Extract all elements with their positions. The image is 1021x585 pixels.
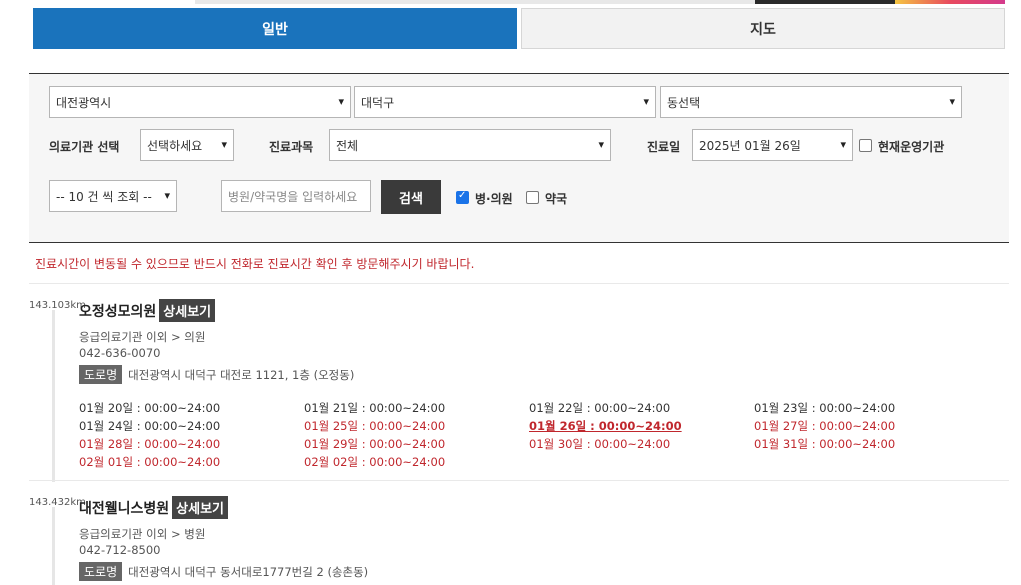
detail-button[interactable]: 상세보기 xyxy=(172,496,229,519)
schedule-entry: 02월 02일 : 00:00~24:00 xyxy=(304,455,446,469)
date-select-value: 2025년 01월 26일 xyxy=(699,138,801,153)
chevron-down-icon: ▾ xyxy=(949,95,955,108)
address-text: 대전광역시 대덕구 대전로 1121, 1층 (오정동) xyxy=(128,368,355,382)
view-tabs: 일반 지도 xyxy=(33,8,1005,49)
pharmacy-checkbox-label: 약국 xyxy=(545,192,568,206)
operating-label: 현재운영기관 xyxy=(878,140,945,154)
timeline-line xyxy=(52,310,55,482)
schedule-entry: 01월 24일 : 00:00~24:00 xyxy=(79,419,221,433)
facility-name-row: 대전웰니스병원 상세보기 xyxy=(79,496,229,519)
district-select[interactable]: 대덕구 ▾ xyxy=(354,86,656,118)
phone-text: 042-712-8500 xyxy=(79,543,161,557)
search-filter-panel: 대전광역시 ▾ 대덕구 ▾ 동선택 ▾ 의료기관 선택 선택하세요 ▾ 진료과목… xyxy=(29,73,1009,243)
hospital-checkbox[interactable] xyxy=(456,190,469,204)
address-row: 도로명 대전광역시 대덕구 대전로 1121, 1층 (오정동) xyxy=(79,365,354,384)
schedule-entry: 02월 01일 : 00:00~24:00 xyxy=(79,455,221,469)
address-row: 도로명 대전광역시 대덕구 동서대로1777번길 2 (송촌동) xyxy=(79,562,368,581)
schedule-grid: 01월 20일 : 00:00~24:00 01월 21일 : 00:00~24:… xyxy=(79,400,999,470)
distance-label: 143.103km xyxy=(29,300,86,311)
chevron-down-icon: ▾ xyxy=(840,138,846,151)
schedule-entry: 01월 20일 : 00:00~24:00 xyxy=(79,401,221,415)
chevron-down-icon: ▾ xyxy=(221,138,227,151)
district-select-value: 대덕구 xyxy=(361,95,395,110)
schedule-entry: 01월 25일 : 00:00~24:00 xyxy=(304,419,446,433)
address-text: 대전광역시 대덕구 동서대로1777번길 2 (송촌동) xyxy=(128,565,369,579)
result-item: 143.103km 오정성모의원 상세보기 응급의료기관 이외 > 의원 042… xyxy=(29,296,1009,482)
schedule-entry: 01월 30일 : 00:00~24:00 xyxy=(529,437,671,451)
category-text: 응급의료기관 이외 > 병원 xyxy=(79,527,206,541)
divider xyxy=(29,480,1009,481)
date-label: 진료일 xyxy=(647,140,681,154)
page-size-select[interactable]: -- 10 건 씩 조회 -- ▾ xyxy=(49,180,177,212)
search-input[interactable]: 병원/약국명을 입력하세요 xyxy=(221,180,371,212)
schedule-entry: 01월 22일 : 00:00~24:00 xyxy=(529,401,671,415)
schedule-entry: 01월 26일 : 00:00~24:00 xyxy=(529,419,682,433)
result-item: 143.432km 대전웰니스병원 상세보기 응급의료기관 이외 > 병원 04… xyxy=(29,493,1009,585)
institution-select-value: 선택하세요 xyxy=(147,138,203,153)
facility-name[interactable]: 대전웰니스병원 xyxy=(79,498,169,518)
schedule-entry: 01월 28일 : 00:00~24:00 xyxy=(79,437,221,451)
chevron-down-icon: ▾ xyxy=(164,189,170,202)
detail-button[interactable]: 상세보기 xyxy=(159,299,216,322)
hospital-checkbox-label: 병·의원 xyxy=(475,192,513,206)
facility-name[interactable]: 오정성모의원 xyxy=(79,301,156,321)
top-image-strip xyxy=(195,0,1005,4)
dong-select-value: 동선택 xyxy=(667,95,701,110)
schedule-entry: 01월 21일 : 00:00~24:00 xyxy=(304,401,446,415)
institution-label: 의료기관 선택 xyxy=(49,140,120,154)
department-label: 진료과목 xyxy=(269,140,314,154)
date-select[interactable]: 2025년 01월 26일 ▾ xyxy=(692,129,853,161)
schedule-entry: 01월 27일 : 00:00~24:00 xyxy=(754,419,896,433)
facility-name-row: 오정성모의원 상세보기 xyxy=(79,299,216,322)
tab-general[interactable]: 일반 xyxy=(33,8,517,49)
distance-label: 143.432km xyxy=(29,497,86,508)
city-select-value: 대전광역시 xyxy=(56,95,112,110)
chevron-down-icon: ▾ xyxy=(598,138,604,151)
schedule-entry: 01월 29일 : 00:00~24:00 xyxy=(304,437,446,451)
notice-text: 진료시간이 변동될 수 있으므로 반드시 전화로 진료시간 확인 후 방문해주시… xyxy=(35,257,475,271)
tab-map[interactable]: 지도 xyxy=(521,8,1005,49)
search-button[interactable]: 검색 xyxy=(381,180,441,214)
pharmacy-checkbox[interactable] xyxy=(526,191,539,204)
phone-text: 042-636-0070 xyxy=(79,346,161,360)
schedule-entry: 01월 31일 : 00:00~24:00 xyxy=(754,437,896,451)
road-address-badge: 도로명 xyxy=(79,365,123,384)
department-select-value: 전체 xyxy=(336,138,359,153)
road-address-badge: 도로명 xyxy=(79,562,123,581)
page-size-value: -- 10 건 씩 조회 -- xyxy=(56,189,152,204)
department-select[interactable]: 전체 ▾ xyxy=(329,129,611,161)
category-text: 응급의료기관 이외 > 의원 xyxy=(79,330,206,344)
operating-checkbox[interactable] xyxy=(859,139,872,152)
divider xyxy=(29,283,1009,284)
city-select[interactable]: 대전광역시 ▾ xyxy=(49,86,351,118)
chevron-down-icon: ▾ xyxy=(338,95,344,108)
chevron-down-icon: ▾ xyxy=(643,95,649,108)
timeline-line xyxy=(52,507,55,585)
schedule-entry: 01월 23일 : 00:00~24:00 xyxy=(754,401,896,415)
dong-select[interactable]: 동선택 ▾ xyxy=(660,86,962,118)
institution-select[interactable]: 선택하세요 ▾ xyxy=(140,129,234,161)
